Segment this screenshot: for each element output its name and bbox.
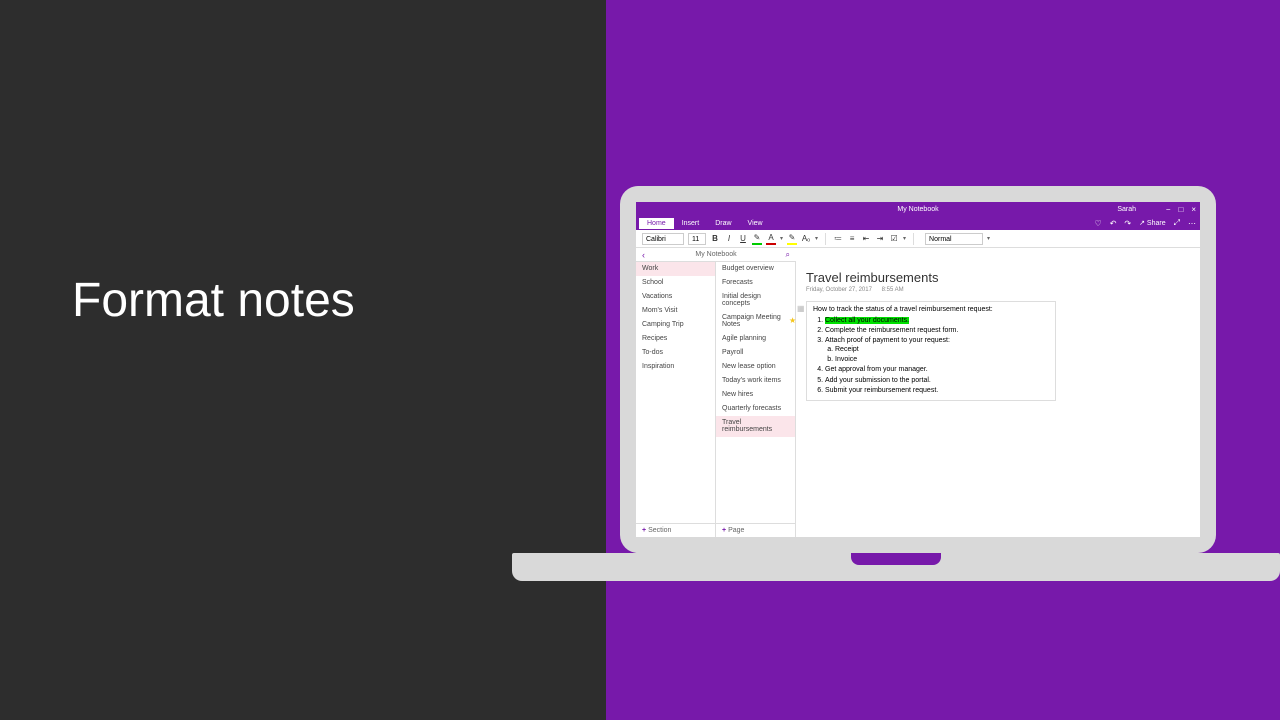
outdent-button[interactable]: ⇤ bbox=[861, 233, 871, 245]
list-item[interactable]: Add your submission to the portal. bbox=[825, 376, 1049, 385]
section-item[interactable]: Work bbox=[636, 262, 715, 276]
section-item[interactable]: School bbox=[636, 276, 715, 290]
page-item[interactable]: Campaign Meeting Notes bbox=[716, 311, 795, 332]
pages-list: Budget overviewForecastsInitial design c… bbox=[716, 262, 795, 523]
add-page-button[interactable]: +Page bbox=[716, 523, 795, 537]
separator bbox=[913, 233, 914, 245]
page-content[interactable]: Travel reimbursements Friday, October 27… bbox=[796, 262, 1200, 537]
chevron-down-icon[interactable]: ▾ bbox=[903, 235, 906, 242]
list-item[interactable]: Submit your reimbursement request. bbox=[825, 386, 1049, 395]
list-item[interactable]: Complete the reimbursement request form. bbox=[825, 326, 1049, 335]
font-name-select[interactable]: Calibri bbox=[642, 233, 684, 245]
notebook-name: My Notebook bbox=[695, 251, 736, 258]
page-date: Friday, October 27, 2017 bbox=[806, 287, 872, 293]
note-container[interactable]: ▦ ★ How to track the status of a travel … bbox=[806, 301, 1056, 401]
italic-button[interactable]: I bbox=[724, 233, 734, 245]
page-item[interactable]: New lease option bbox=[716, 360, 795, 374]
sections-column: WorkSchoolVacationsMom's VisitCamping Tr… bbox=[636, 262, 716, 537]
tab-view[interactable]: View bbox=[740, 218, 771, 229]
lightbulb-icon[interactable]: ♡ bbox=[1095, 219, 1102, 228]
page-item[interactable]: Forecasts bbox=[716, 276, 795, 290]
work-area: WorkSchoolVacationsMom's VisitCamping Tr… bbox=[636, 262, 1200, 537]
laptop-base bbox=[512, 553, 1280, 581]
laptop-notch bbox=[851, 553, 941, 565]
search-icon[interactable]: ⌕ bbox=[786, 250, 790, 260]
page-item[interactable]: Budget overview bbox=[716, 262, 795, 276]
page-meta: Friday, October 27, 2017 8:55 AM bbox=[806, 287, 1190, 293]
ribbon-bar: Calibri 11 B I U ✎ A ▾ ✎ Aₒ ▾ ≔ ≡ ⇤ ⇥ ☑ … bbox=[636, 230, 1200, 248]
list-sub-item[interactable]: Receipt bbox=[835, 345, 1049, 354]
section-item[interactable]: Vacations bbox=[636, 290, 715, 304]
add-section-button[interactable]: +Section bbox=[636, 523, 715, 537]
page-item[interactable]: Quarterly forecasts bbox=[716, 402, 795, 416]
section-item[interactable]: Recipes bbox=[636, 332, 715, 346]
section-item[interactable]: Mom's Visit bbox=[636, 304, 715, 318]
section-item[interactable]: Camping Trip bbox=[636, 318, 715, 332]
share-button[interactable]: ↗ Share bbox=[1139, 219, 1166, 227]
section-item[interactable]: To-dos bbox=[636, 346, 715, 360]
more-icon[interactable]: ⋯ bbox=[1188, 219, 1196, 228]
font-color-button[interactable]: A bbox=[766, 233, 776, 245]
list-item[interactable]: Attach proof of payment to your request:… bbox=[825, 336, 1049, 364]
notebook-header[interactable]: ‹ My Notebook ⌕ bbox=[636, 248, 796, 262]
page-item[interactable]: Agile planning bbox=[716, 332, 795, 346]
font-size-select[interactable]: 11 bbox=[688, 233, 706, 245]
note-subtitle[interactable]: How to track the status of a travel reim… bbox=[813, 306, 1049, 313]
page-time: 8:55 AM bbox=[882, 287, 904, 293]
window-controls: − □ × bbox=[1166, 205, 1196, 214]
bullets-button[interactable]: ≔ bbox=[833, 233, 843, 245]
page-item[interactable]: New hires bbox=[716, 388, 795, 402]
tab-insert[interactable]: Insert bbox=[674, 218, 708, 229]
pen-color-button[interactable]: ✎ bbox=[752, 233, 762, 245]
chevron-down-icon[interactable]: ▾ bbox=[987, 235, 990, 242]
page-item[interactable]: Payroll bbox=[716, 346, 795, 360]
laptop-frame: My Notebook Sarah − □ × Home Insert Draw… bbox=[620, 186, 1216, 553]
user-name[interactable]: Sarah bbox=[1117, 206, 1136, 213]
undo-icon[interactable]: ↶ bbox=[1110, 219, 1117, 228]
bold-button[interactable]: B bbox=[710, 233, 720, 245]
todo-button[interactable]: ☑ bbox=[889, 233, 899, 245]
chevron-down-icon[interactable]: ▾ bbox=[780, 235, 783, 242]
page-item[interactable]: Today's work items bbox=[716, 374, 795, 388]
style-dropdown[interactable]: Normal bbox=[925, 233, 983, 245]
indent-button[interactable]: ⇥ bbox=[875, 233, 885, 245]
page-item[interactable]: Travel reimbursements bbox=[716, 416, 795, 437]
underline-button[interactable]: U bbox=[738, 233, 748, 245]
slide-left-panel: Format notes bbox=[0, 0, 606, 720]
section-item[interactable]: Inspiration bbox=[636, 360, 715, 374]
pages-column: Budget overviewForecastsInitial design c… bbox=[716, 262, 796, 537]
list-sub-item[interactable]: Invoice bbox=[835, 355, 1049, 364]
window-title: My Notebook bbox=[897, 206, 938, 213]
tab-home[interactable]: Home bbox=[639, 218, 674, 229]
highlight-button[interactable]: ✎ bbox=[787, 233, 797, 245]
page-item[interactable]: Initial design concepts bbox=[716, 290, 795, 311]
sections-list: WorkSchoolVacationsMom's VisitCamping Tr… bbox=[636, 262, 715, 523]
app-window: My Notebook Sarah − □ × Home Insert Draw… bbox=[636, 202, 1200, 537]
tab-draw[interactable]: Draw bbox=[707, 218, 739, 229]
maximize-button[interactable]: □ bbox=[1178, 205, 1183, 214]
back-icon[interactable]: ‹ bbox=[642, 250, 645, 260]
clear-format-button[interactable]: Aₒ bbox=[801, 233, 811, 245]
redo-icon[interactable]: ↷ bbox=[1124, 219, 1131, 228]
title-bar: My Notebook Sarah − □ × bbox=[636, 202, 1200, 216]
ribbon-tabs: Home Insert Draw View ♡ ↶ ↷ ↗ Share ⤢ ⋯ bbox=[636, 216, 1200, 230]
list-item[interactable]: Collect all your documents. bbox=[825, 316, 1049, 325]
page-title[interactable]: Travel reimbursements bbox=[806, 270, 1190, 285]
numbering-button[interactable]: ≡ bbox=[847, 233, 857, 245]
fullscreen-icon[interactable]: ⤢ bbox=[1174, 218, 1180, 228]
note-list[interactable]: Collect all your documents.Complete the … bbox=[813, 316, 1049, 395]
list-item[interactable]: Get approval from your manager. bbox=[825, 365, 1049, 374]
chevron-down-icon[interactable]: ▾ bbox=[815, 235, 818, 242]
star-tag-icon[interactable]: ★ bbox=[789, 316, 796, 325]
separator bbox=[825, 233, 826, 245]
minimize-button[interactable]: − bbox=[1166, 205, 1171, 214]
slide-title: Format notes bbox=[0, 273, 355, 328]
note-handle-icon[interactable]: ▦ bbox=[797, 304, 805, 313]
close-button[interactable]: × bbox=[1191, 205, 1196, 214]
